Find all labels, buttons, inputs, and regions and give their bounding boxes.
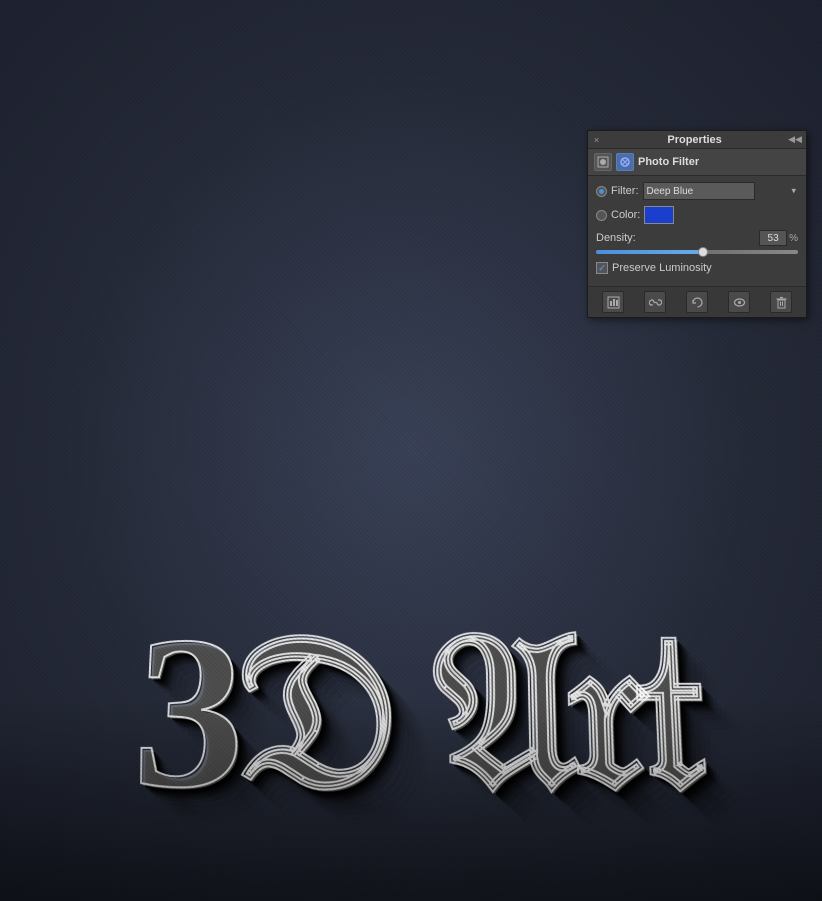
panel-titlebar: × Properties ◀◀ [588,131,806,149]
color-label: Color: [611,209,640,221]
collapse-icon[interactable]: ◀◀ [788,134,802,145]
floor-shadow [0,701,822,901]
density-slider-thumb[interactable] [698,247,708,257]
adjustment-layer-icon[interactable] [594,153,612,171]
panel-footer [588,286,806,317]
preserve-luminosity-row: Preserve Luminosity [596,262,798,274]
color-swatch[interactable] [644,206,674,224]
close-icon[interactable]: × [592,135,601,144]
panel-header: Photo Filter [588,149,806,176]
slider-container[interactable] [596,250,798,254]
density-input[interactable] [759,230,787,246]
filter-select-wrapper: Warming Filter (85)Warming Filter (LBA)W… [643,182,799,200]
filter-icon[interactable] [616,153,634,171]
visibility-button[interactable] [728,291,750,313]
preserve-luminosity-label: Preserve Luminosity [612,262,712,274]
filter-radio[interactable] [596,186,607,197]
filter-select[interactable]: Warming Filter (85)Warming Filter (LBA)W… [643,182,755,200]
panel-body: Filter: Warming Filter (85)Warming Filte… [588,176,806,286]
filter-label: Filter: [611,185,639,197]
density-row: Density: % [596,230,798,246]
density-input-wrapper: % [759,230,798,246]
panel-title: Properties [667,134,721,146]
color-radio[interactable] [596,210,607,221]
photo-filter-title: Photo Filter [638,156,699,168]
filter-row: Filter: Warming Filter (85)Warming Filte… [596,182,798,200]
color-row: Color: [596,206,798,224]
add-effect-button[interactable] [602,291,624,313]
preserve-luminosity-checkbox[interactable] [596,262,608,274]
link-button[interactable] [644,291,666,313]
density-slider-fill [596,250,703,254]
reset-button[interactable] [686,291,708,313]
properties-panel: × Properties ◀◀ Photo Filter Filter: War… [587,130,807,318]
delete-button[interactable] [770,291,792,313]
density-label: Density: [596,232,636,244]
density-percent: % [789,233,798,244]
density-slider-track[interactable] [596,250,798,254]
